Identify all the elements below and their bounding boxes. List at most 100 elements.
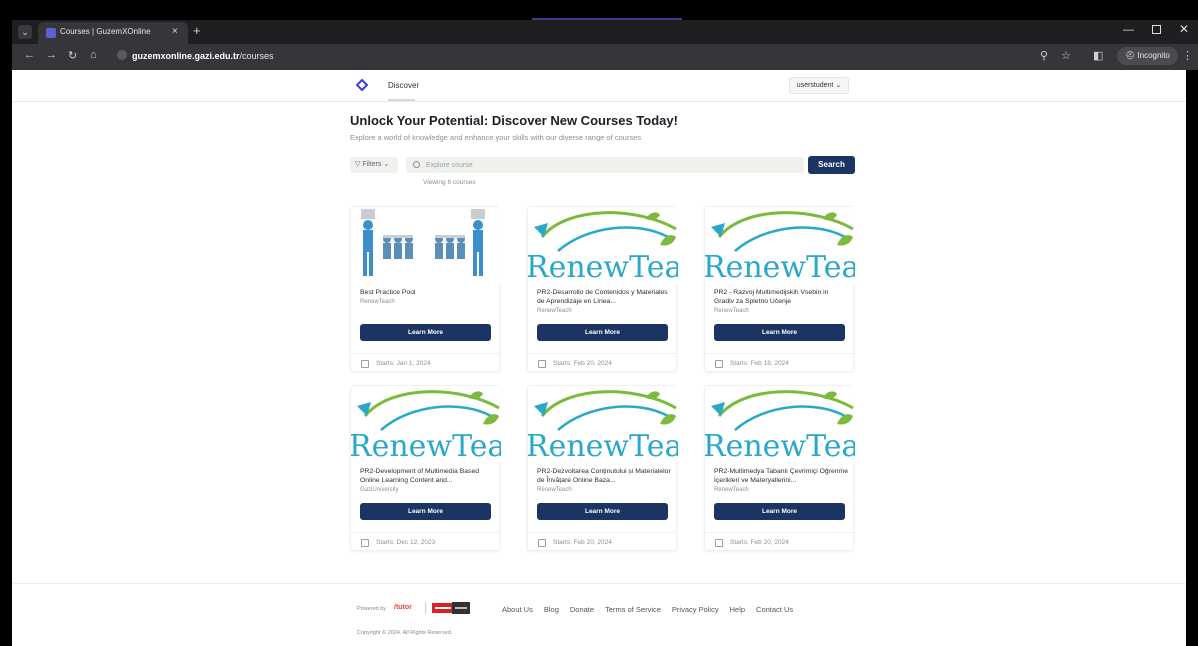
search-button[interactable]: Search: [808, 156, 855, 174]
calendar-icon: [361, 360, 369, 368]
search-input[interactable]: [426, 158, 786, 172]
tutor-logo[interactable]: /tutor: [394, 604, 412, 611]
course-footer: Starts: Feb 20, 2024: [705, 532, 855, 552]
back-icon[interactable]: ←: [24, 49, 35, 61]
forward-icon[interactable]: →: [46, 49, 57, 61]
course-footer: Starts: Dec 12, 2023: [351, 532, 501, 552]
new-tab-icon[interactable]: +: [193, 23, 201, 38]
learn-more-button[interactable]: Learn More: [360, 324, 491, 341]
course-footer: Starts: Feb 20, 2024: [528, 532, 678, 552]
renewteach-logo-icon: RenewTeach: [705, 211, 855, 283]
incognito-badge[interactable]: ⛑ Incognito: [1117, 47, 1178, 65]
footer-links: About Us Blog Donate Terms of Service Pr…: [502, 605, 793, 617]
course-card[interactable]: RenewTeach PR2-Desarrollo de Contenidos …: [527, 206, 678, 373]
course-start-date: Starts: Feb 18, 2024: [730, 360, 789, 367]
course-image[interactable]: RenewTeach: [351, 386, 501, 462]
footer-link-contact[interactable]: Contact Us: [756, 605, 793, 617]
footer-link-donate[interactable]: Donate: [570, 605, 594, 617]
site-info-icon[interactable]: [117, 50, 127, 60]
course-org: RenewTeach: [537, 308, 572, 314]
course-title[interactable]: PR2 - Razvoj Multimedijskih Vsebin in Gr…: [714, 289, 850, 306]
nav-discover[interactable]: Discover: [388, 81, 419, 90]
openedx-logo-icon[interactable]: [432, 601, 470, 616]
nav-active-indicator: [388, 99, 415, 101]
tab-title: Courses | GuzemXOnline: [60, 27, 151, 36]
restore-icon[interactable]: [1152, 25, 1161, 34]
course-start-date: Starts: Feb 20, 2024: [553, 360, 612, 367]
learn-more-button[interactable]: Learn More: [714, 324, 845, 341]
zoom-icon[interactable]: ⚲: [1040, 49, 1048, 62]
incognito-label: Incognito: [1137, 51, 1170, 60]
screen: ⌄ Courses | GuzemXOnline × + — ✕ ← → ↻ ⌂…: [0, 0, 1198, 646]
calendar-icon: [538, 360, 546, 368]
reload-icon[interactable]: ↻: [68, 49, 77, 62]
logo-wordmark: RenewTeach: [705, 429, 855, 462]
course-org: RenewTeach: [714, 308, 749, 314]
course-title[interactable]: PR2-Development of Multimedia Based Onli…: [360, 468, 496, 485]
site-header: Discover userstudent ⌄: [12, 70, 1198, 102]
logo-wordmark: RenewTeach: [528, 429, 678, 462]
window-close-icon[interactable]: ✕: [1179, 22, 1189, 36]
course-footer: Starts: Feb 20, 2024: [528, 353, 678, 373]
browser-menu-icon[interactable]: ⋮: [1182, 49, 1193, 62]
footer-link-privacy[interactable]: Privacy Policy: [672, 605, 719, 617]
course-card[interactable]: RenewTeach PR2 - Razvoj Multimedijskih V…: [704, 206, 855, 372]
course-image[interactable]: [351, 207, 501, 283]
browser-tab[interactable]: Courses | GuzemXOnline ×: [38, 22, 188, 44]
url-path: /courses: [239, 51, 274, 61]
favicon-icon: [46, 28, 56, 38]
course-image[interactable]: RenewTeach: [528, 386, 678, 462]
course-image[interactable]: RenewTeach: [528, 207, 678, 283]
course-org: RenewTeach: [714, 487, 749, 493]
course-title[interactable]: Best Practice Pool: [360, 289, 496, 298]
filters-button[interactable]: ▽ Filters ⌄: [350, 157, 398, 173]
site-logo-icon[interactable]: [356, 79, 368, 91]
course-start-date: Starts: Dec 12, 2023: [376, 539, 436, 546]
learn-more-button[interactable]: Learn More: [537, 503, 668, 520]
search-icon: [413, 161, 420, 168]
user-menu-dropdown[interactable]: userstudent ⌄: [789, 77, 849, 94]
home-icon[interactable]: ⌂: [90, 49, 97, 61]
tab-close-icon[interactable]: ×: [172, 26, 178, 37]
course-title[interactable]: PR2-Desarrollo de Contenidos y Materiale…: [537, 289, 673, 306]
course-card[interactable]: RenewTeach PR2-Multimedya Tabanlı Çevrim…: [704, 385, 855, 552]
footer-link-terms[interactable]: Terms of Service: [605, 605, 661, 617]
calendar-icon: [538, 539, 546, 547]
course-start-date: Starts: Feb 20, 2024: [553, 539, 612, 546]
footer-link-help[interactable]: Help: [730, 605, 745, 617]
course-image[interactable]: RenewTeach: [705, 207, 855, 283]
course-card[interactable]: RenewTeach PR2-Development of Multimedia…: [350, 385, 501, 552]
footer-divider: [12, 583, 1198, 584]
url-domain: guzemxonline.gazi.edu.tr: [132, 51, 240, 61]
course-org: RenewTeach: [360, 299, 395, 305]
course-org: GaziUniversity: [360, 487, 399, 493]
course-image[interactable]: RenewTeach: [705, 386, 855, 462]
page-title: Unlock Your Potential: Discover New Cour…: [350, 113, 678, 128]
course-card[interactable]: Best Practice Pool RenewTeach Learn More…: [350, 206, 501, 373]
side-panel-icon[interactable]: ◧: [1093, 49, 1103, 62]
address-bar[interactable]: guzemxonline.gazi.edu.tr/courses: [132, 51, 274, 61]
footer-link-about[interactable]: About Us: [502, 605, 533, 617]
course-card[interactable]: RenewTeach PR2-Dezvoltarea Conținutului …: [527, 385, 678, 552]
logo-wordmark: RenewTeach: [351, 429, 501, 462]
renewteach-logo-icon: RenewTeach: [705, 390, 855, 462]
browser-tab-bar: [12, 20, 1198, 44]
footer-link-blog[interactable]: Blog: [544, 605, 559, 617]
minimize-icon[interactable]: —: [1123, 24, 1134, 36]
powered-by-label: Powered by: [357, 606, 387, 612]
bookmark-star-icon[interactable]: ☆: [1061, 49, 1071, 62]
learn-more-button[interactable]: Learn More: [714, 503, 845, 520]
incognito-icon: ⛑: [1125, 51, 1138, 60]
course-title[interactable]: PR2-Multimedya Tabanlı Çevrimiçi Öğrenme…: [714, 468, 850, 485]
learn-more-button[interactable]: Learn More: [537, 324, 668, 341]
course-footer: Starts: Jan 1, 2024: [351, 353, 501, 373]
course-title[interactable]: PR2-Dezvoltarea Conținutului și Material…: [537, 468, 673, 485]
results-count: Viewing 6 courses: [423, 179, 476, 186]
learn-more-button[interactable]: Learn More: [360, 503, 491, 520]
window-edge: [1186, 70, 1198, 646]
tab-search-icon[interactable]: ⌄: [18, 25, 32, 39]
logo-wordmark: RenewTeach: [705, 250, 855, 283]
web-page: Discover userstudent ⌄ Unlock Your Poten…: [12, 70, 1198, 646]
renewteach-logo-icon: RenewTeach: [528, 211, 678, 283]
calendar-icon: [361, 539, 369, 547]
